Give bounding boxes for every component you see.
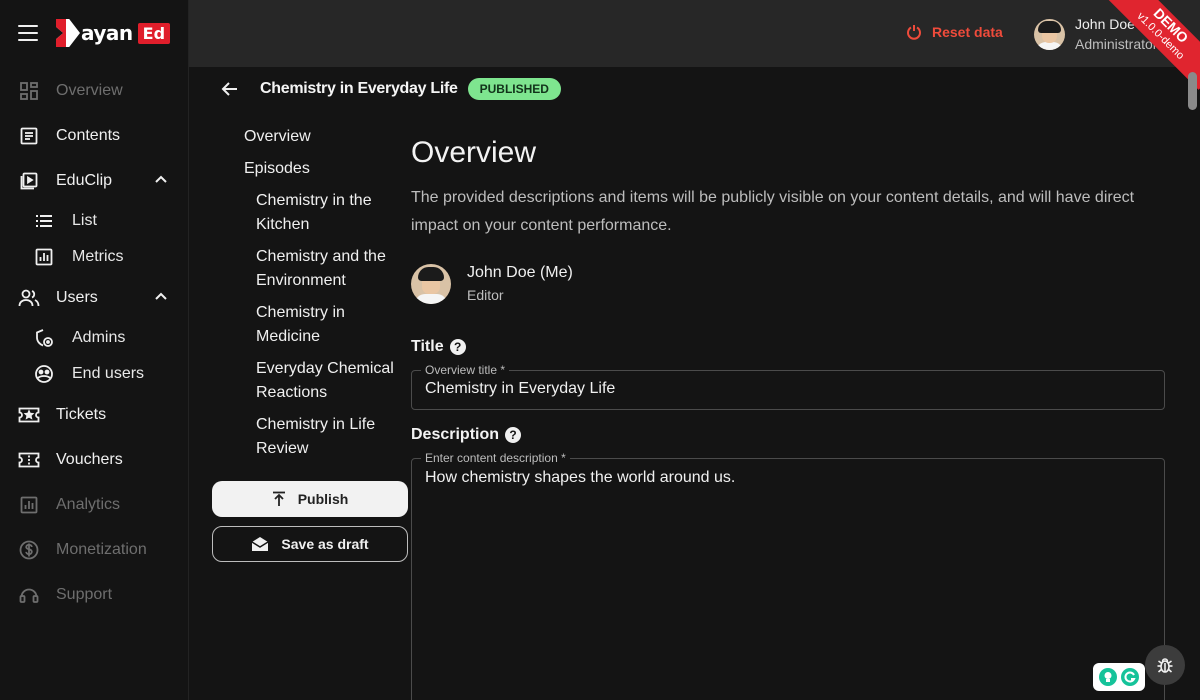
dashboard-icon — [18, 80, 40, 102]
document-icon — [18, 125, 40, 147]
title-field-label: Overview title * — [421, 363, 510, 377]
topbar: Reset data John Doe Administrator — [189, 0, 1200, 67]
subnav-episodes[interactable]: Episodes — [244, 157, 399, 181]
sidebar-item-metrics[interactable]: Metrics — [0, 239, 188, 275]
sidebar-item-contents[interactable]: Contents — [0, 113, 188, 158]
description-label: Description — [411, 426, 500, 443]
sidebar-item-educlip[interactable]: EduClip — [0, 158, 188, 203]
author-role: Editor — [467, 287, 504, 303]
content-subnav: Overview Episodes Chemistry in the Kitch… — [244, 125, 399, 469]
chevron-up-icon[interactable] — [154, 290, 168, 309]
voucher-icon — [18, 449, 40, 471]
back-arrow-icon[interactable] — [220, 79, 240, 99]
chevron-up-icon[interactable] — [154, 173, 168, 192]
sidebar-item-label: Admins — [72, 329, 126, 346]
analytics-icon — [18, 494, 40, 516]
users-icon — [18, 287, 40, 309]
publish-label: Publish — [297, 491, 349, 507]
demo-ribbon-container: DEMO v1.0.0-demo — [1100, 0, 1200, 100]
sidebar-item-label: End users — [72, 365, 145, 382]
save-draft-label: Save as draft — [281, 536, 369, 552]
sidebar-item-overview[interactable]: Overview — [0, 68, 188, 113]
overview-panel: Overview The provided descriptions and i… — [411, 136, 1165, 700]
logo[interactable]: ayan Ed — [56, 19, 171, 47]
list-icon — [34, 211, 54, 231]
avatar — [1034, 18, 1065, 50]
sidebar-item-label: Tickets — [56, 405, 107, 423]
content-header: Chemistry in Everyday Life PUBLISHED — [220, 78, 561, 100]
ticket-icon — [18, 404, 40, 426]
save-draft-button[interactable]: Save as draft — [212, 526, 408, 562]
author-name: John Doe (Me) — [467, 264, 573, 281]
admin-shield-icon — [34, 328, 54, 348]
logo-mark-icon — [56, 19, 80, 47]
bar-chart-icon — [34, 247, 54, 267]
description-value: How chemistry shapes the world around us… — [425, 469, 736, 486]
sidebar-item-tickets[interactable]: Tickets — [0, 392, 188, 437]
upload-icon — [272, 491, 285, 506]
sidebar-item-analytics[interactable]: Analytics — [0, 482, 188, 527]
envelope-open-icon — [252, 537, 269, 551]
help-icon[interactable]: ? — [505, 427, 522, 443]
status-badge: PUBLISHED — [467, 78, 561, 100]
bulb-icon[interactable] — [1099, 668, 1117, 686]
sidebar: ayan Ed Overview Contents EduClip List M… — [0, 0, 189, 700]
subnav-overview[interactable]: Overview — [244, 125, 399, 149]
reset-data-button[interactable]: Reset data — [906, 24, 1003, 40]
avatar — [411, 264, 451, 304]
author-card: John Doe (Me) Editor — [411, 262, 1165, 306]
sidebar-item-monetization[interactable]: Monetization — [0, 527, 188, 572]
content-title: Chemistry in Everyday Life — [260, 80, 458, 97]
description-textarea[interactable]: Enter content description * How chemistr… — [411, 451, 1165, 700]
subnav-episode-item[interactable]: Everyday Chemical Reactions — [244, 357, 399, 405]
brand-bar: ayan Ed — [0, 0, 188, 66]
logo-text: ayan — [81, 21, 133, 45]
subnav-episode-item[interactable]: Chemistry in the Kitchen — [244, 189, 399, 237]
sidebar-item-end-users[interactable]: End users — [0, 356, 188, 392]
sidebar-item-users[interactable]: Users — [0, 275, 188, 320]
help-icon[interactable]: ? — [449, 339, 466, 355]
menu-icon[interactable] — [18, 25, 38, 41]
sidebar-item-list[interactable]: List — [0, 203, 188, 239]
description-field-label: Enter content description * — [421, 451, 570, 465]
sidebar-item-label: Support — [56, 585, 113, 603]
bug-report-button[interactable] — [1145, 645, 1185, 685]
sidebar-item-label: List — [72, 212, 97, 229]
sidebar-item-support[interactable]: Support — [0, 572, 188, 617]
support-icon — [18, 584, 40, 606]
sidebar-item-label: Contents — [56, 126, 121, 144]
dollar-icon — [18, 539, 40, 561]
sidebar-item-label: Users — [56, 288, 98, 306]
grammar-g-icon[interactable] — [1121, 668, 1139, 686]
user-face-icon — [34, 364, 54, 384]
subnav-episode-item[interactable]: Chemistry and the Environment — [244, 245, 399, 293]
demo-ribbon: DEMO v1.0.0-demo — [1106, 0, 1200, 90]
publish-button[interactable]: Publish — [212, 481, 408, 517]
sidebar-item-label: Metrics — [72, 248, 124, 265]
sidebar-item-label: Monetization — [56, 540, 147, 558]
reset-data-label: Reset data — [932, 24, 1003, 40]
sidebar-nav: Overview Contents EduClip List Metrics U… — [0, 68, 188, 617]
sidebar-item-label: Analytics — [56, 495, 121, 513]
subnav-episode-item[interactable]: Chemistry in Life Review — [244, 413, 399, 461]
scrollbar-thumb[interactable] — [1188, 72, 1197, 110]
title-input[interactable]: Overview title * Chemistry in Everyday L… — [411, 363, 1165, 410]
title-label: Title — [411, 338, 444, 355]
sidebar-item-label: EduClip — [56, 171, 113, 189]
bug-icon — [1157, 658, 1173, 673]
logo-badge: Ed — [137, 22, 171, 44]
video-icon — [18, 170, 40, 192]
page-title: Overview — [411, 136, 537, 169]
title-input-value: Chemistry in Everyday Life — [425, 380, 616, 397]
sidebar-item-vouchers[interactable]: Vouchers — [0, 437, 188, 482]
sidebar-item-label: Overview — [56, 81, 123, 99]
power-icon — [907, 25, 921, 40]
grammar-widget[interactable] — [1093, 663, 1145, 691]
subnav-episode-item[interactable]: Chemistry in Medicine — [244, 301, 399, 349]
overview-description: The provided descriptions and items will… — [411, 189, 1135, 234]
title-section-label: Title ? — [411, 338, 1165, 356]
description-section-label: Description ? — [411, 426, 1165, 444]
sidebar-item-admins[interactable]: Admins — [0, 320, 188, 356]
sidebar-item-label: Vouchers — [56, 450, 123, 468]
